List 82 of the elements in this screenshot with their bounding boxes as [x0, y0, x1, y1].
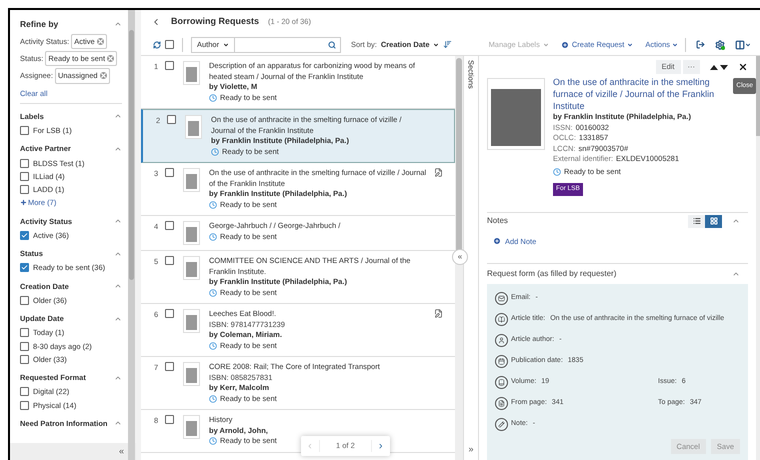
pencil-icon: [495, 418, 508, 431]
plus-icon: [493, 237, 501, 246]
book-icon: [495, 312, 508, 326]
record-title: On the use of anthracite in the smelting furnace of vizille / Journal of the Franklin Institute: [553, 76, 716, 112]
checkbox[interactable]: [20, 230, 29, 240]
document-icon: [495, 396, 508, 410]
caret-icon: [223, 42, 230, 48]
section-title: Request form (as filled by requester): [487, 268, 618, 280]
cover-thumbnail: [183, 362, 200, 386]
collapse-sidebar-button[interactable]: «: [118, 444, 124, 458]
collapse-icon[interactable]: [732, 217, 740, 225]
book-icon: [495, 376, 508, 389]
checkbox[interactable]: [165, 40, 174, 49]
checkbox[interactable]: [20, 158, 29, 168]
caret-icon: [627, 42, 634, 48]
checkbox[interactable]: [165, 221, 174, 230]
checkbox[interactable]: [165, 168, 174, 177]
checkbox[interactable]: [165, 61, 174, 70]
person-icon: [495, 334, 508, 347]
checkbox[interactable]: [165, 309, 174, 318]
checkbox[interactable]: [20, 328, 29, 338]
previous-record-icon[interactable]: [710, 64, 718, 70]
cover-thumbnail: [183, 221, 200, 245]
checkbox[interactable]: [165, 415, 174, 424]
collapse-list-button[interactable]: «: [452, 249, 468, 265]
checkbox[interactable]: [165, 256, 174, 265]
checkbox[interactable]: [20, 263, 29, 272]
cover-thumbnail: [183, 256, 200, 280]
remove-icon[interactable]: [107, 55, 114, 62]
clock-icon: [553, 168, 561, 176]
clock-icon: [211, 148, 219, 156]
section-title: Notes: [487, 215, 509, 227]
check-icon: [21, 232, 28, 239]
clock-icon: [209, 342, 217, 350]
cover-thumbnail: [183, 168, 200, 192]
grid-view-button[interactable]: [705, 214, 722, 228]
remove-icon[interactable]: [96, 38, 104, 45]
expand-sections-button[interactable]: »: [468, 442, 474, 456]
checkbox[interactable]: [20, 296, 29, 305]
checkbox[interactable]: [20, 387, 29, 396]
list-icon: [692, 217, 700, 225]
plus-icon: [560, 40, 569, 48]
clock-icon: [209, 437, 217, 446]
remove-icon[interactable]: [100, 72, 107, 80]
checkbox[interactable]: [20, 172, 29, 181]
calendar-icon: [495, 354, 508, 368]
next-page-button[interactable]: ›: [372, 438, 390, 454]
checkbox[interactable]: [165, 362, 174, 371]
grid-icon: [710, 217, 718, 225]
caret-icon: [672, 42, 678, 48]
settings-icon[interactable]: [715, 40, 725, 50]
checkbox[interactable]: [167, 115, 176, 124]
clock-icon: [209, 288, 217, 297]
checkbox[interactable]: [20, 342, 29, 351]
checkbox[interactable]: [20, 126, 29, 136]
list-view-button[interactable]: [688, 214, 705, 228]
envelope-icon: [495, 292, 508, 305]
refresh-icon[interactable]: [153, 40, 161, 48]
checkbox[interactable]: [20, 400, 29, 410]
checkbox[interactable]: [20, 185, 29, 194]
clock-icon: [209, 200, 217, 209]
clock-icon: [209, 232, 217, 241]
search-icon[interactable]: [328, 40, 336, 48]
caret-icon: [542, 42, 549, 48]
cover-image: [487, 78, 545, 150]
cover-thumbnail: [183, 61, 200, 85]
clock-icon: [209, 394, 217, 403]
panel-title: Refine by: [20, 18, 58, 31]
export-icon[interactable]: [696, 40, 705, 49]
caret-icon: [432, 42, 439, 48]
check-icon: [21, 264, 28, 272]
cover-thumbnail: [185, 115, 202, 139]
columns-icon[interactable]: [735, 40, 751, 50]
clock-icon: [209, 94, 217, 102]
checkbox[interactable]: [20, 354, 29, 364]
page-title: Borrowing Requests: [171, 15, 260, 28]
close-icon[interactable]: [738, 62, 748, 72]
sort-order-icon[interactable]: [442, 40, 452, 49]
cover-thumbnail: [183, 309, 200, 333]
cover-thumbnail: [183, 415, 200, 439]
plus-icon: [20, 199, 27, 206]
next-record-icon[interactable]: [720, 64, 728, 70]
